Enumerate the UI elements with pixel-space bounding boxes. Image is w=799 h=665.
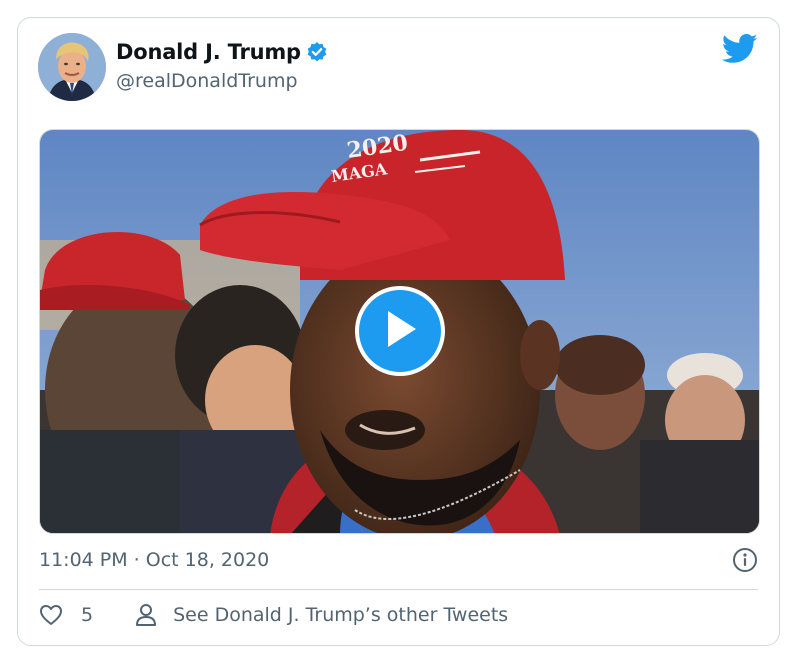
- verified-badge-icon: [306, 41, 328, 63]
- heart-icon[interactable]: [39, 603, 63, 627]
- info-icon[interactable]: [732, 547, 758, 573]
- author-name[interactable]: Donald J. Trump: [116, 40, 301, 64]
- play-button[interactable]: [355, 286, 445, 376]
- person-icon[interactable]: [135, 603, 157, 627]
- other-tweets-link[interactable]: See Donald J. Trump’s other Tweets: [173, 604, 508, 626]
- like-count[interactable]: 5: [81, 604, 93, 626]
- divider: [39, 589, 758, 590]
- tweet-card: Donald J. Trump @realDonaldTrump 2020 MA…: [17, 17, 780, 646]
- play-icon: [382, 309, 418, 354]
- tweet-timestamp[interactable]: 11:04 PM · Oct 18, 2020: [39, 549, 269, 571]
- twitter-bird-icon[interactable]: [721, 34, 758, 64]
- avatar[interactable]: [38, 33, 106, 101]
- video-media[interactable]: 2020 MAGA: [39, 129, 760, 534]
- author-handle[interactable]: @realDonaldTrump: [116, 70, 298, 92]
- tweet-actions: 5 See Donald J. Trump’s other Tweets: [39, 603, 508, 627]
